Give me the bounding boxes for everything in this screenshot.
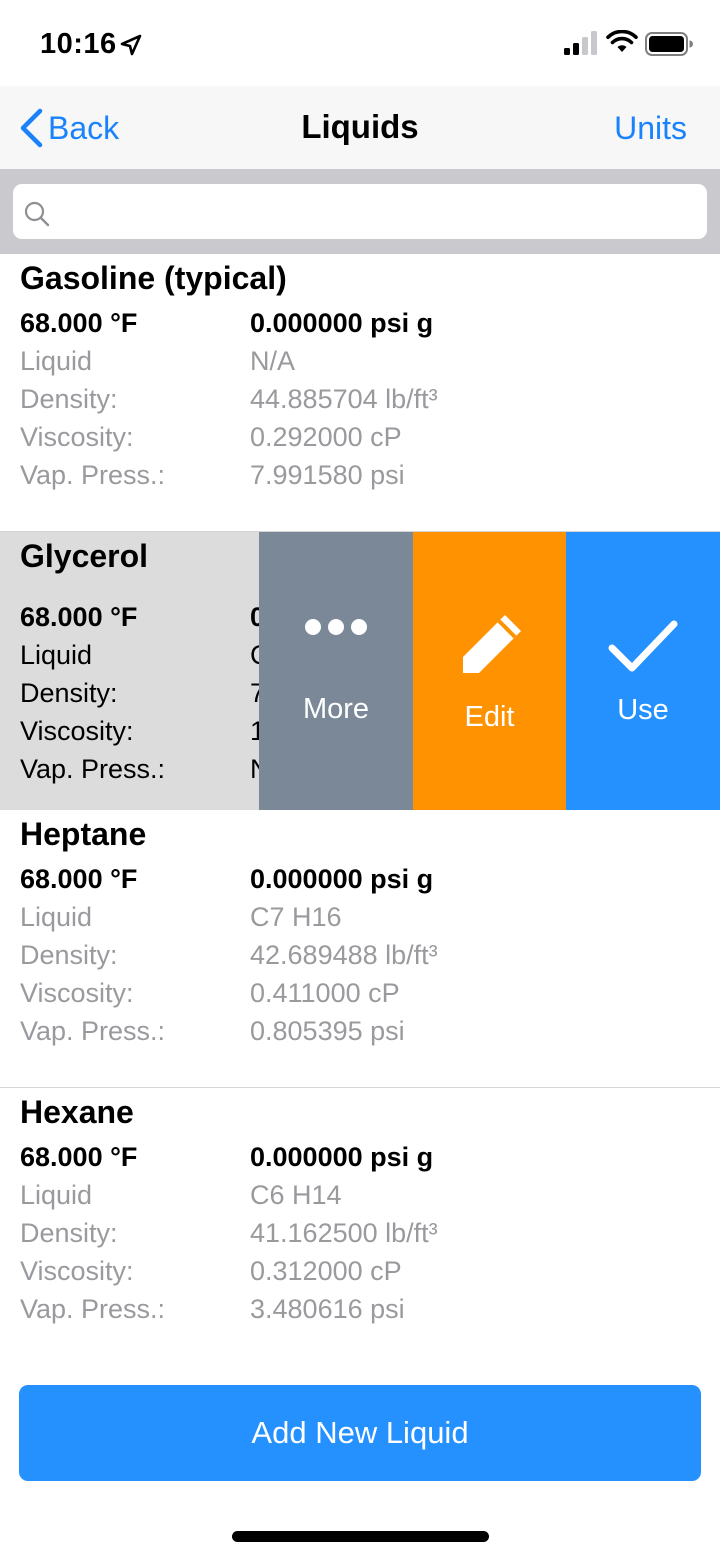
ellipsis-icon (305, 618, 367, 635)
liquid-row-gasoline[interactable]: Gasoline (typical) 68.000 °F 0.000000 ps… (0, 254, 720, 532)
units-button[interactable]: Units (614, 110, 687, 147)
liquid-row-hexane[interactable]: Hexane 68.000 °F 0.000000 psi g Liquid C… (0, 1088, 720, 1366)
use-button[interactable]: Use (566, 532, 720, 810)
density-label: Density: (20, 940, 118, 970)
formula-value: N/A (250, 346, 296, 376)
cellular-signal-icon (564, 31, 597, 55)
liquid-name: Hexane (20, 1094, 134, 1130)
vap-press-value: 3.480616 psi (250, 1294, 405, 1324)
liquid-row-glycerol[interactable]: Glycerol 68.000 °F 0 Liquid C Density: 7… (0, 532, 720, 810)
checkmark-icon (608, 620, 678, 671)
temperature-value: 68.000 °F (20, 864, 138, 894)
pressure-value: 0.000000 psi g (250, 1142, 434, 1172)
phase-label: Liquid (20, 1180, 93, 1210)
density-value: 41.162500 lb/ft³ (250, 1218, 438, 1248)
search-icon (24, 201, 50, 227)
density-label: Density: (20, 678, 118, 708)
status-bar: 10:16 (0, 0, 720, 86)
vap-press-label: Vap. Press.: (20, 754, 166, 784)
search-bar (0, 169, 720, 254)
use-label: Use (617, 693, 669, 726)
liquid-name: Gasoline (typical) (20, 260, 287, 296)
liquid-name: Heptane (20, 816, 147, 852)
back-label: Back (48, 109, 120, 146)
location-arrow-icon (120, 34, 142, 56)
home-indicator (232, 1531, 489, 1542)
search-input[interactable] (13, 184, 707, 239)
temperature-value: 68.000 °F (20, 602, 138, 632)
vap-press-label: Vap. Press.: (20, 460, 166, 490)
status-time: 10:16 (40, 28, 117, 60)
chevron-left-icon (20, 108, 43, 148)
phase-label: Liquid (20, 902, 93, 932)
pressure-value: 0.000000 psi g (250, 308, 434, 338)
liquid-name: Glycerol (20, 538, 149, 574)
add-new-liquid-button[interactable]: Add New Liquid (19, 1385, 701, 1481)
vap-press-label: Vap. Press.: (20, 1016, 166, 1046)
viscosity-value: 0.411000 cP (250, 978, 400, 1008)
density-value: 44.885704 lb/ft³ (250, 384, 438, 414)
back-button[interactable]: Back (18, 106, 119, 150)
wifi-icon (606, 30, 638, 52)
density-label: Density: (20, 1218, 118, 1248)
viscosity-label: Viscosity: (20, 1256, 134, 1286)
liquids-list: Gasoline (typical) 68.000 °F 0.000000 ps… (0, 254, 720, 1366)
navigation-bar: Back Liquids Units (0, 86, 720, 169)
density-value: 42.689488 lb/ft³ (250, 940, 438, 970)
edit-button[interactable]: Edit (413, 532, 566, 810)
viscosity-value: 0.292000 cP (250, 422, 402, 452)
battery-icon (645, 32, 693, 56)
liquid-row-heptane[interactable]: Heptane 68.000 °F 0.000000 psi g Liquid … (0, 810, 720, 1088)
phase-label: Liquid (20, 640, 93, 670)
phase-label: Liquid (20, 346, 93, 376)
formula-value: C6 H14 (250, 1180, 342, 1210)
vap-press-value: 0.805395 psi (250, 1016, 405, 1046)
pencil-icon (462, 614, 521, 673)
viscosity-label: Viscosity: (20, 422, 134, 452)
more-label: More (302, 692, 370, 725)
temperature-value: 68.000 °F (20, 308, 138, 338)
viscosity-value: 0.312000 cP (250, 1256, 402, 1286)
viscosity-label: Viscosity: (20, 716, 134, 746)
temperature-value: 68.000 °F (20, 1142, 138, 1172)
vap-press-label: Vap. Press.: (20, 1294, 166, 1324)
pressure-value: 0.000000 psi g (250, 864, 434, 894)
vap-press-value: 7.991580 psi (250, 460, 405, 490)
more-button[interactable]: More (259, 532, 413, 810)
viscosity-label: Viscosity: (20, 978, 134, 1008)
swipe-actions: More Edit Use (259, 532, 720, 810)
density-label: Density: (20, 384, 118, 414)
edit-label: Edit (464, 700, 515, 733)
formula-value: C7 H16 (250, 902, 342, 932)
